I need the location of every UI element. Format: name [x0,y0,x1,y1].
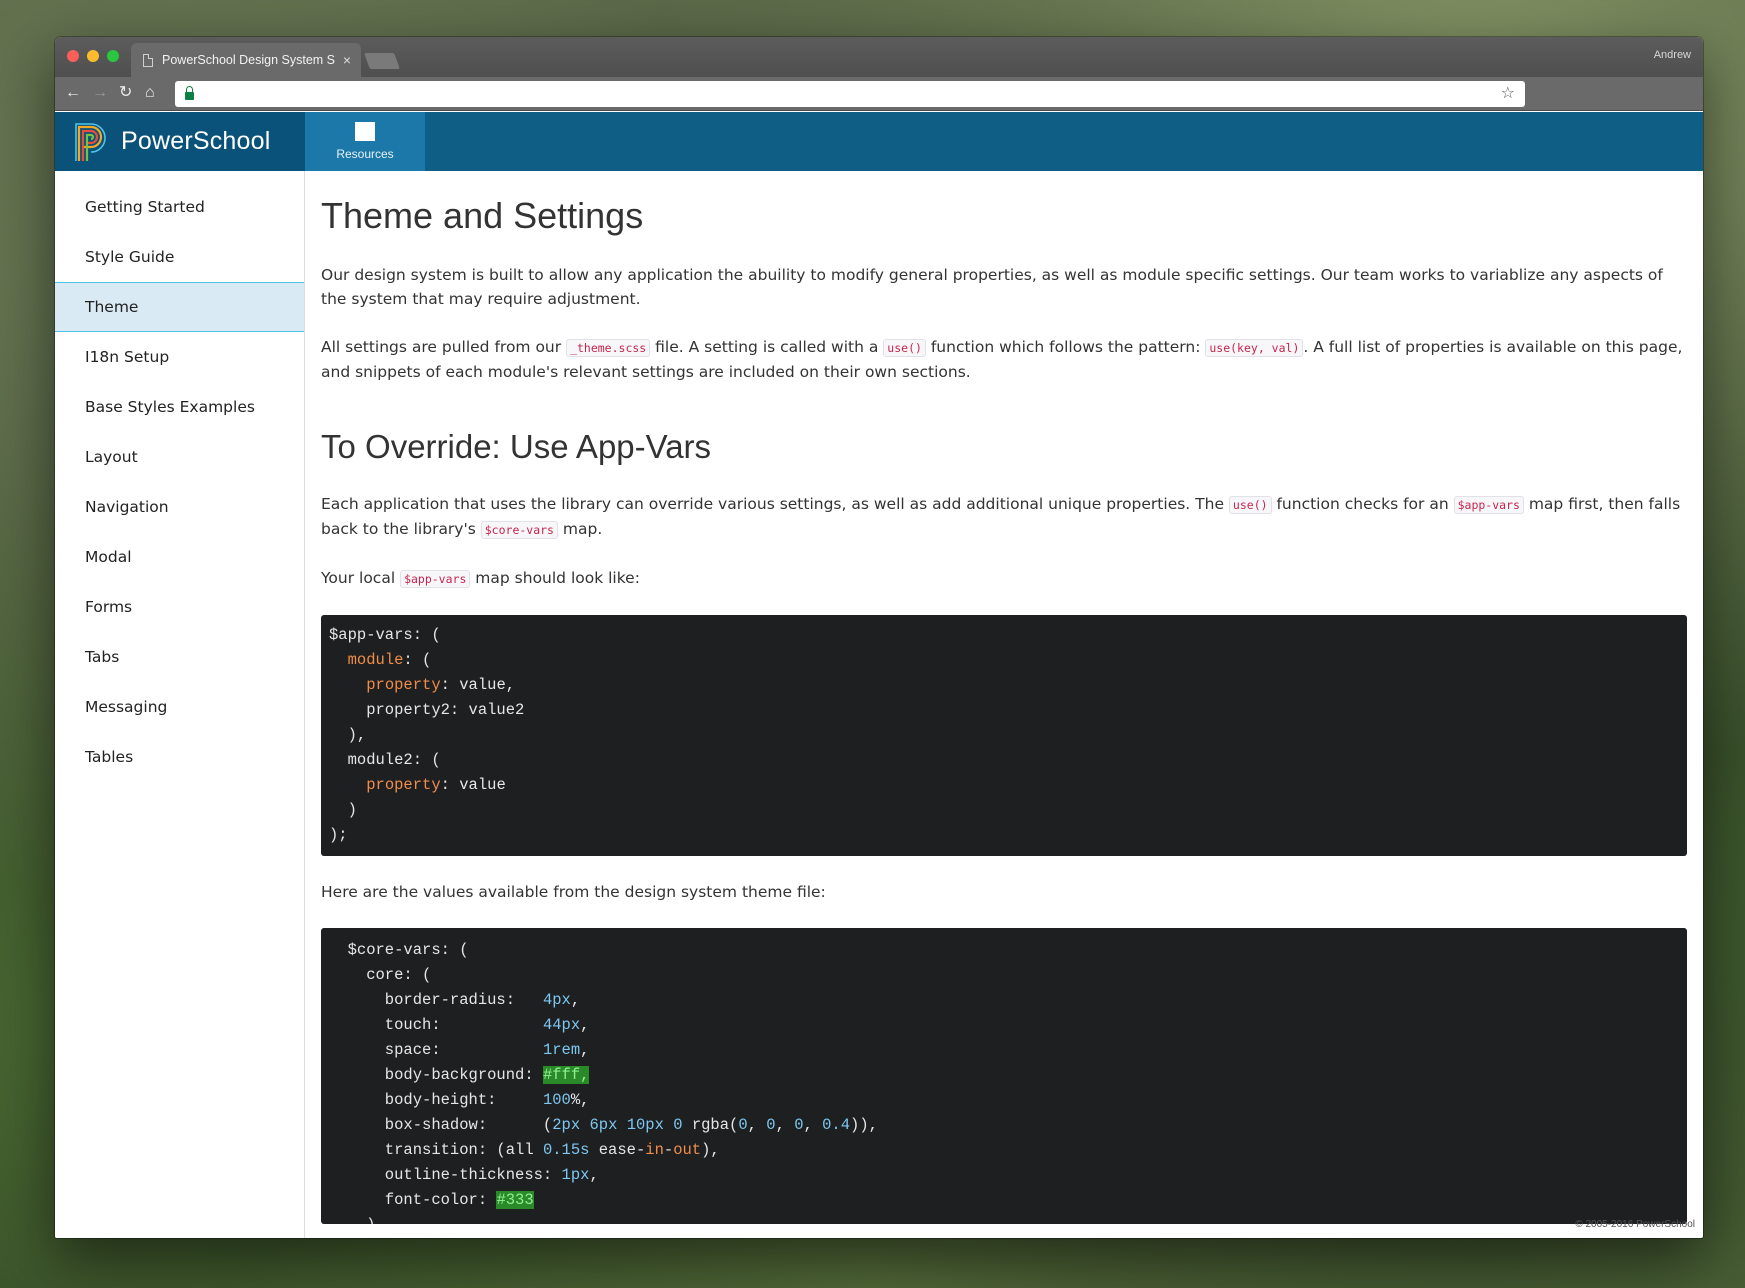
section-heading: To Override: Use App-Vars [321,428,712,465]
page-icon [143,53,153,67]
inline-code: use() [1228,496,1272,514]
sidebar-item-messaging[interactable]: Messaging [55,682,304,732]
sidebar-item-tables[interactable]: Tables [55,732,304,782]
browser-toolbar: ← → ↻ ⌂ ☆ [55,77,1703,111]
app-header: PowerSchool Resources [55,112,1703,171]
profile-name[interactable]: Andrew [1654,49,1691,61]
browser-tab[interactable]: PowerSchool Design System S × [131,43,361,77]
new-tab-button[interactable] [364,53,400,69]
page-title: Theme and Settings [321,195,644,236]
browser-tab-bar: PowerSchool Design System S × Andrew [55,37,1703,77]
local-vars-paragraph: Your local $app-vars map should look lik… [321,569,640,588]
brand[interactable]: PowerSchool [55,112,305,171]
inline-code: $app-vars [400,570,471,588]
sidebar-item-base-styles-examples[interactable]: Base Styles Examples [55,382,304,432]
maximize-window-icon[interactable] [107,50,119,62]
inline-code: use(key, val) [1205,339,1304,357]
resources-icon [355,122,375,141]
theme-values-paragraph: Here are the values available from the d… [321,883,826,901]
powerschool-logo-icon [75,122,106,161]
code-block-app-vars: $app-vars: ( module: ( property: value, … [321,615,1687,856]
intro-paragraph: Our design system is built to allow any … [321,266,1663,308]
nav-resources[interactable]: Resources [305,112,425,171]
sidebar-item-i18n-setup[interactable]: I18n Setup [55,332,304,382]
home-icon[interactable]: ⌂ [145,83,155,103]
address-bar[interactable]: ☆ [175,81,1525,107]
sidebar: Getting Started Style Guide Theme I18n S… [55,171,305,1238]
inline-code: use() [883,339,926,357]
inline-code: $app-vars [1453,496,1524,514]
minimize-window-icon[interactable] [87,50,99,62]
forward-arrow-icon[interactable]: → [92,83,108,103]
sidebar-item-navigation[interactable]: Navigation [55,482,304,532]
sidebar-item-style-guide[interactable]: Style Guide [55,232,304,282]
close-window-icon[interactable] [67,50,79,62]
back-arrow-icon[interactable]: ← [65,83,81,103]
nav-resources-label: Resources [336,147,394,161]
sidebar-item-forms[interactable]: Forms [55,582,304,632]
browser-window: PowerSchool Design System S × Andrew ← →… [55,37,1703,1238]
sidebar-item-layout[interactable]: Layout [55,432,304,482]
footer-copyright: © 2005-2016 PowerSchool [1575,1219,1695,1230]
tab-title: PowerSchool Design System S [162,53,335,67]
sidebar-item-modal[interactable]: Modal [55,532,304,582]
inline-code: $core-vars [480,521,558,539]
bookmark-star-icon[interactable]: ☆ [1501,83,1515,103]
sidebar-item-getting-started[interactable]: Getting Started [55,182,304,232]
override-paragraph: Each application that uses the library c… [321,495,1681,539]
brand-name: PowerSchool [121,127,271,155]
settings-paragraph: All settings are pulled from our _theme.… [321,338,1683,381]
sidebar-item-theme[interactable]: Theme [55,282,304,332]
tab-close-icon[interactable]: × [343,52,351,68]
inline-code: _theme.scss [566,339,651,357]
sidebar-item-tabs[interactable]: Tabs [55,632,304,682]
reload-icon[interactable]: ↻ [119,83,132,103]
lock-icon [185,86,194,100]
main-content: Theme and Settings Our design system is … [321,171,1687,1238]
code-block-core-vars: $core-vars: ( core: ( border-radius: 4px… [321,928,1687,1224]
